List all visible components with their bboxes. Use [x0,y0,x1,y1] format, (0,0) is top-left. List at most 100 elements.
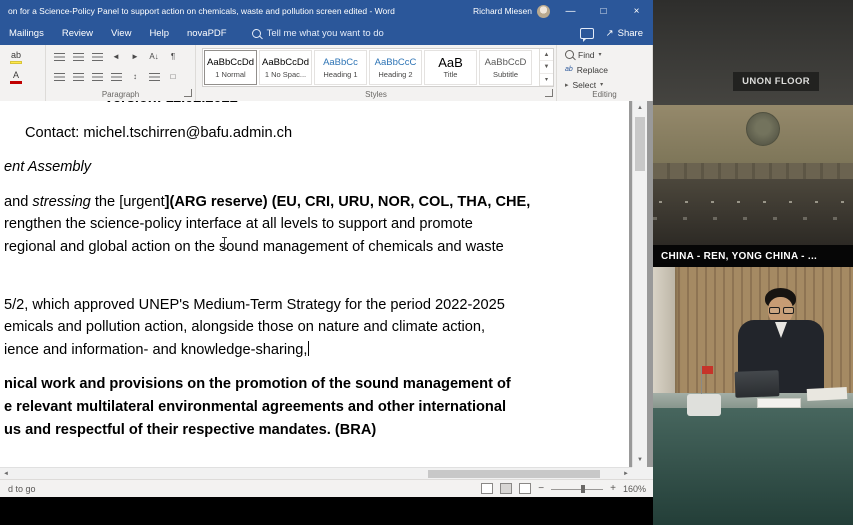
assembly-room-view [653,105,853,245]
document-line: us and respectful of their respective ma… [4,419,629,442]
style-preview: AaBbCcDd [262,56,309,69]
china-flag [702,366,713,374]
document-line: e relevant multilateral environmental ag… [4,396,629,419]
document-line: Contact: michel.tschirren@bafu.admin.ch [25,122,629,145]
align-left-icon [54,73,65,81]
document-line: regional and global action on the sound … [4,236,629,259]
styles-scroll-up-icon[interactable]: ▲ [540,49,553,61]
minimize-button[interactable]: — [554,0,587,22]
style-item[interactable]: AaBTitle [424,50,477,85]
editing-group-label: Editing [557,90,652,99]
styles-gallery-wrap: AaBbCcDd1 NormalAaBbCcDd1 No Spac...AaBb… [202,48,554,87]
find-icon [565,50,574,59]
scroll-left-icon[interactable]: ◄ [0,468,12,479]
tab-novapdf[interactable]: novaPDF [178,22,236,45]
align-center-button[interactable] [69,68,87,85]
maximize-button[interactable]: □ [587,0,620,22]
styles-dialog-launcher[interactable] [545,89,553,97]
screen: on for a Science-Policy Panel to support… [0,0,853,525]
print-layout-icon[interactable] [500,483,512,494]
style-name: 1 No Spac... [265,70,306,79]
document-line: ent Assembly [4,156,629,179]
document-line: nical work and provisions on the promoti… [4,373,629,396]
tab-view[interactable]: View [102,22,140,45]
avatar [537,5,550,18]
bullets-button[interactable] [50,48,68,65]
style-item[interactable]: AaBbCcCHeading 2 [369,50,422,85]
scroll-right-icon[interactable]: ► [620,468,632,479]
zoom-slider[interactable] [551,484,603,494]
document-area: Version: 11.02.2022Contact: michel.tschi… [0,101,653,467]
horizontal-scrollbar[interactable]: ◄ ► [0,467,632,479]
document-line: 5/2, which approved UNEP's Medium-Term S… [4,294,629,317]
find-button[interactable]: Find ▾ [557,47,652,62]
line-spacing-button[interactable]: ↕ [126,68,144,85]
comments-icon[interactable] [580,28,594,39]
share-button[interactable]: ↗ Share [606,28,643,39]
close-button[interactable]: × [620,0,653,22]
select-icon: ▸ [565,81,569,89]
read-mode-icon[interactable] [481,483,493,494]
web-layout-icon[interactable] [519,483,531,494]
insertion-caret [308,341,309,356]
justify-button[interactable] [107,68,125,85]
style-preview: AaB [438,56,463,69]
shading-button[interactable] [145,68,163,85]
style-item[interactable]: AaBbCcDd1 No Spac... [259,50,312,85]
show-paragraph-marks-button[interactable]: ¶ [164,48,182,65]
decrease-indent-button[interactable]: ◄ [107,48,125,65]
zoom-out-button[interactable]: − [538,483,544,494]
zoom-level[interactable]: 160% [623,484,646,494]
word-window: on for a Science-Policy Panel to support… [0,0,653,497]
tab-mailings[interactable]: Mailings [0,22,53,45]
scroll-down-icon[interactable]: ▼ [633,453,647,467]
style-item[interactable]: AaBbCcDSubtitle [479,50,532,85]
increase-indent-button[interactable]: ► [126,48,144,65]
desk-white-object [687,394,721,416]
status-right-cluster: − + 160% [481,483,646,494]
title-bar: on for a Science-Policy Panel to support… [0,0,653,22]
style-item[interactable]: AaBbCcDd1 Normal [204,50,257,85]
align-left-button[interactable] [50,68,68,85]
vertical-scroll-thumb[interactable] [635,117,645,171]
font-color-icon: A [13,70,19,81]
document-line [4,259,629,282]
horizontal-scroll-thumb[interactable] [428,470,600,478]
user-account[interactable]: Richard Miesen [473,5,550,18]
select-dropdown-icon: ▾ [600,81,603,88]
tab-review[interactable]: Review [53,22,102,45]
highlight-color-button[interactable]: ab [6,50,26,68]
font-color-button[interactable]: A [6,70,26,88]
style-preview: AaBbCcD [485,56,527,69]
document-line [4,110,629,122]
titlebar-right-icons: ↗ Share [580,28,643,39]
scroll-up-icon[interactable]: ▲ [633,101,647,115]
document-page[interactable]: Version: 11.02.2022Contact: michel.tschi… [0,101,629,467]
zoom-in-button[interactable]: + [610,483,616,494]
glasses-lens [783,307,794,314]
tell-me-box[interactable]: Tell me what you want to do [252,28,384,39]
replace-button[interactable]: ab Replace [557,62,652,77]
desk-front [653,408,853,525]
tab-help[interactable]: Help [140,22,178,45]
style-item[interactable]: AaBbCcHeading 1 [314,50,367,85]
multilevel-list-button[interactable] [88,48,106,65]
status-bar: d to go − + 160% [0,479,653,497]
zoom-slider-thumb[interactable] [581,485,585,493]
select-label: Select [573,80,597,90]
desk-papers [807,387,848,401]
delegate-glasses [769,307,794,314]
sort-button[interactable]: A↓ [145,48,163,65]
numbering-button[interactable] [69,48,87,65]
find-dropdown-icon: ▾ [599,51,602,58]
vertical-scrollbar[interactable]: ▲ ▼ [632,101,647,467]
borders-button[interactable]: □ [164,68,182,85]
scrollbar-corner [632,467,653,479]
styles-more-icon[interactable]: ▾ [540,74,553,86]
paragraph-dialog-launcher[interactable] [184,89,192,97]
styles-scroll-down-icon[interactable]: ▼ [540,61,553,73]
document-line: rengthen the science-policy interface at… [4,213,629,236]
window-title: on for a Science-Policy Panel to support… [8,6,395,16]
align-right-button[interactable] [88,68,106,85]
shading-icon [149,73,160,81]
